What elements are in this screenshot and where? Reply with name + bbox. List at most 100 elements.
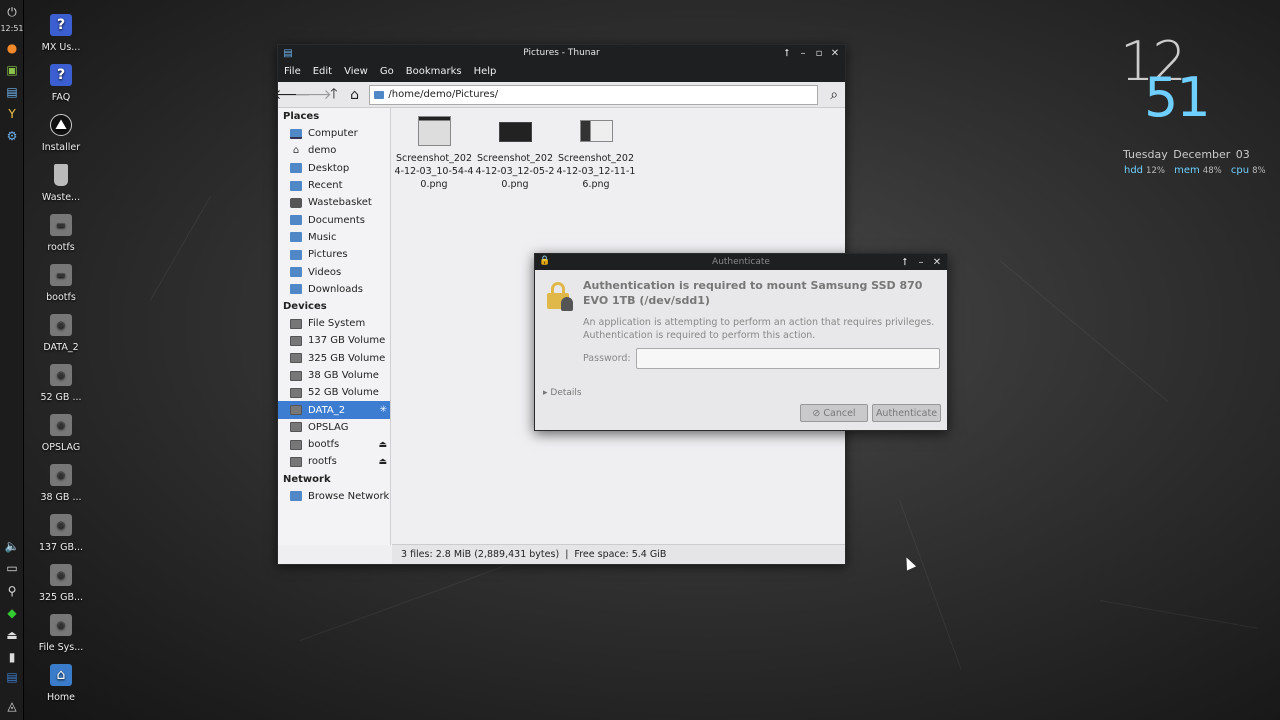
sidebar-item[interactable]: Desktop: [278, 160, 390, 177]
desktop-icon[interactable]: ◉ 137 GB...: [36, 514, 86, 553]
desktop-icon[interactable]: ◉ OPSLAG: [36, 414, 86, 453]
password-input[interactable]: [636, 348, 940, 369]
menu-edit[interactable]: Edit: [313, 66, 332, 77]
sidebar: Places Computer ⌂ demo Desktop Recent Wasteba…: [278, 108, 391, 545]
sidebar-item-label: Recent: [308, 180, 343, 192]
clip-icon[interactable]: ⚲: [4, 583, 20, 599]
package-manager-icon[interactable]: ▣: [4, 62, 20, 78]
desktop-icon[interactable]: ⌂ Home: [36, 664, 86, 703]
menu-bookmarks[interactable]: Bookmarks: [406, 66, 462, 77]
settings-icon[interactable]: ⚙: [4, 128, 20, 144]
folder-icon: [290, 180, 302, 191]
sidebar-item-label: OPSLAG: [308, 421, 349, 433]
keep-above-button[interactable]: ⭡: [779, 45, 795, 61]
minimize-button[interactable]: –: [795, 45, 811, 61]
auth-titlebar[interactable]: 🔒 Authenticate ⭡ – ✕: [535, 254, 947, 270]
desktop-icon[interactable]: ? MX Us...: [36, 14, 86, 53]
network-icon[interactable]: ▤: [4, 669, 20, 685]
auth-keep-above-button[interactable]: ⭡: [897, 254, 913, 270]
file-item[interactable]: Screenshot_202 4-12-03_10-54-4 0.png: [394, 116, 474, 191]
sidebar-item[interactable]: 137 GB Volume: [278, 332, 390, 349]
auth-minimize-button[interactable]: –: [913, 254, 929, 270]
power-icon[interactable]: ▮: [4, 649, 20, 665]
desktop-icon-label: MX Us...: [41, 42, 81, 53]
image-thumbnail: [417, 116, 451, 146]
sidebar-item[interactable]: Music: [278, 229, 390, 246]
sidebar-item[interactable]: Browse Network: [278, 488, 390, 505]
auth-close-button[interactable]: ✕: [929, 254, 945, 270]
desktop-icon[interactable]: ▬ rootfs: [36, 214, 86, 253]
sidebar-item[interactable]: Videos: [278, 263, 390, 280]
menu-view[interactable]: View: [344, 66, 368, 77]
desktop-icon[interactable]: Waste...: [36, 164, 86, 203]
desktop-icon[interactable]: ? FAQ: [36, 64, 86, 103]
sidebar-item[interactable]: rootfs ⏏: [278, 453, 390, 470]
help-icon: ?: [50, 64, 72, 86]
updater-icon[interactable]: ◆: [4, 605, 20, 621]
file-item[interactable]: Screenshot_202 4-12-03_12-11-1 6.png: [556, 116, 636, 191]
sidebar-item[interactable]: Wastebasket: [278, 194, 390, 211]
cancel-button[interactable]: ⊘ Cancel: [800, 404, 868, 422]
file-manager-icon[interactable]: ▤: [4, 84, 20, 100]
status-bar: 3 files: 2.8 MiB (2,889,431 bytes) | Fre…: [392, 544, 845, 564]
drive-icon: [290, 405, 302, 416]
volume-icon[interactable]: 🔈: [4, 538, 20, 554]
desktop-icon[interactable]: ◉ 52 GB ...: [36, 364, 86, 403]
file-item[interactable]: Screenshot_202 4-12-03_12-05-2 0.png: [475, 116, 555, 191]
home-icon[interactable]: ⌂: [345, 85, 365, 105]
location-bar[interactable]: /home/demo/Pictures/: [369, 84, 819, 105]
sidebar-item[interactable]: 52 GB Volume: [278, 384, 390, 401]
sidebar-item[interactable]: Documents: [278, 211, 390, 228]
file-name-line: Screenshot_202: [557, 153, 635, 164]
sidebar-item-label: 52 GB Volume: [308, 387, 379, 399]
menu-go[interactable]: Go: [380, 66, 394, 77]
sidebar-item[interactable]: Downloads: [278, 281, 390, 298]
sidebar-item[interactable]: File System: [278, 315, 390, 332]
mx-menu-icon[interactable]: ◬: [4, 698, 20, 714]
desktop-icon[interactable]: ◉ 38 GB ...: [36, 464, 86, 503]
details-expander[interactable]: ▸ Details: [543, 388, 582, 398]
eject-icon[interactable]: ⏏: [378, 440, 387, 450]
sidebar-item[interactable]: 325 GB Volume: [278, 350, 390, 367]
close-button[interactable]: ✕: [827, 45, 843, 61]
authenticate-button[interactable]: Authenticate: [872, 404, 941, 422]
sidebar-item-label: bootfs: [308, 439, 340, 451]
eject-icon[interactable]: ⏏: [4, 627, 20, 643]
busy-spinner-icon[interactable]: ✳: [379, 405, 387, 415]
desktop-icon[interactable]: ◉ File Sys...: [36, 614, 86, 653]
menu-file[interactable]: File: [284, 66, 301, 77]
firefox-icon[interactable]: ●: [4, 40, 20, 56]
file-name-line: Screenshot_202: [476, 153, 554, 164]
sidebar-item[interactable]: OPSLAG: [278, 419, 390, 436]
logout-icon[interactable]: ⏻: [4, 4, 20, 20]
tools-icon[interactable]: Y: [4, 106, 20, 122]
display-icon[interactable]: ▭: [4, 560, 20, 576]
search-icon[interactable]: ⌕: [824, 85, 844, 105]
sidebar-header-devices: Devices: [283, 300, 327, 312]
status-text: 3 files: 2.8 MiB (2,889,431 bytes) | Fre…: [401, 549, 667, 560]
authentication-lock-icon: [546, 282, 573, 311]
sidebar-item[interactable]: Pictures: [278, 246, 390, 263]
sidebar-item[interactable]: Recent: [278, 177, 390, 194]
sidebar-item[interactable]: bootfs ⏏: [278, 436, 390, 453]
maximize-button[interactable]: ▫: [811, 45, 827, 61]
folder-icon: [290, 215, 302, 226]
sidebar-item[interactable]: ⌂ demo: [278, 142, 390, 159]
sidebar-item[interactable]: 38 GB Volume: [278, 367, 390, 384]
thunar-titlebar[interactable]: ▤ Pictures - Thunar ⭡ – ▫ ✕: [278, 45, 845, 61]
sidebar-item-label: rootfs: [308, 456, 337, 468]
home-folder-icon: ⌂: [50, 664, 72, 686]
details-label: Details: [550, 388, 582, 398]
sidebar-item[interactable]: DATA_2 ✳: [278, 401, 390, 419]
desktop-icon[interactable]: ⛰ Installer: [36, 114, 86, 153]
sidebar-item[interactable]: Computer: [278, 125, 390, 142]
drive-icon: [290, 422, 302, 433]
eject-icon[interactable]: ⏏: [378, 457, 387, 467]
menu-help[interactable]: Help: [474, 66, 497, 77]
desktop-icon[interactable]: ▬ bootfs: [36, 264, 86, 303]
forward-icon[interactable]: 🡒: [294, 85, 332, 105]
desktop-icon[interactable]: ◉ 325 GB...: [36, 564, 86, 603]
up-icon[interactable]: 🡑: [324, 85, 344, 105]
file-name-line: 4-12-03_10-54-4: [394, 166, 474, 177]
desktop-icon[interactable]: ◉ DATA_2: [36, 314, 86, 353]
